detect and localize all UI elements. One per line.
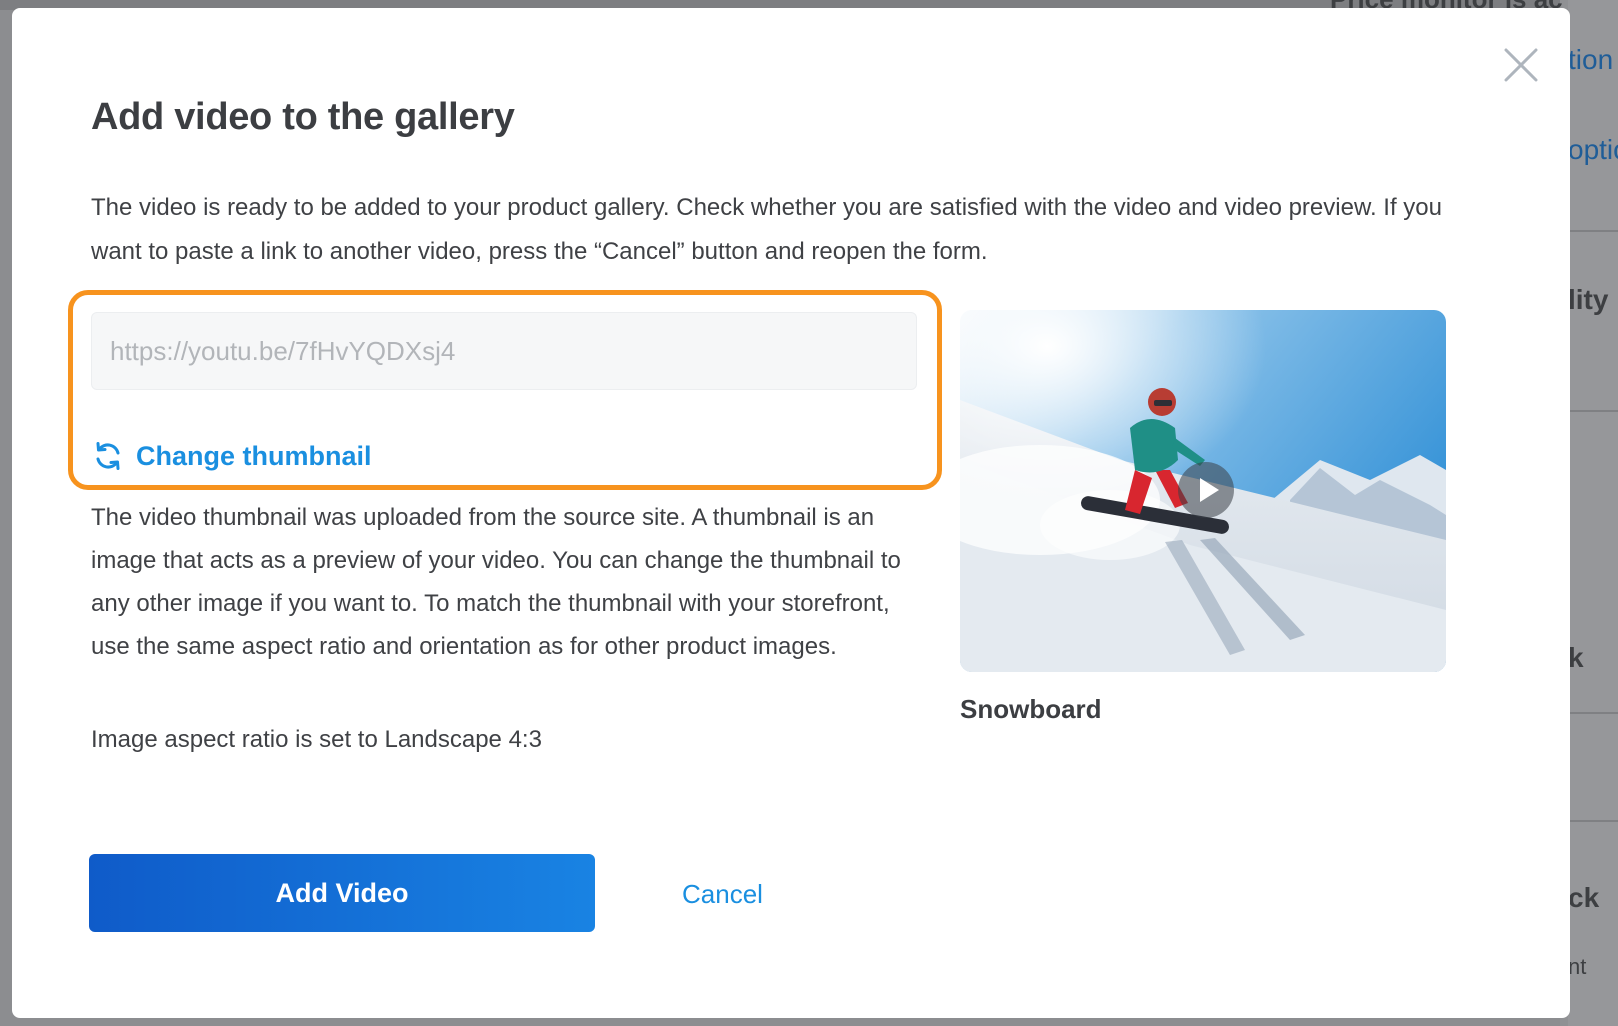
play-icon [1178, 462, 1234, 518]
close-icon [1504, 48, 1538, 82]
background-text-option-2: optio [1568, 134, 1618, 165]
background-divider [1568, 230, 1618, 232]
change-thumbnail-link[interactable]: Change thumbnail [92, 436, 372, 476]
background-text-option: tion [1568, 44, 1614, 75]
add-video-button[interactable]: Add Video [89, 854, 595, 932]
modal-intro-text: The video is ready to be added to your p… [91, 194, 1442, 265]
add-video-modal: Add video to the gallery The video is re… [12, 8, 1570, 1018]
background-text-k: k [1568, 642, 1584, 673]
background-divider [1568, 820, 1618, 822]
preview-caption: Snowboard [960, 694, 1102, 724]
modal-title: Add video to the gallery [91, 96, 515, 138]
thumbnail-description: The video thumbnail was uploaded from th… [91, 504, 901, 660]
background-divider [1568, 410, 1618, 412]
aspect-ratio-note: Image aspect ratio is set to Landscape 4… [91, 726, 542, 753]
background-divider [1568, 712, 1618, 714]
close-button[interactable] [1500, 44, 1542, 86]
video-url-input[interactable] [91, 312, 917, 390]
cancel-button[interactable]: Cancel [682, 874, 763, 914]
video-thumbnail-preview[interactable] [960, 310, 1446, 672]
background-text-ck: ck [1568, 882, 1600, 913]
refresh-icon [96, 442, 120, 470]
change-thumbnail-label: Change thumbnail [136, 440, 372, 471]
background-text-nt: nt [1568, 954, 1587, 979]
background-text-quality: lity [1568, 284, 1609, 315]
